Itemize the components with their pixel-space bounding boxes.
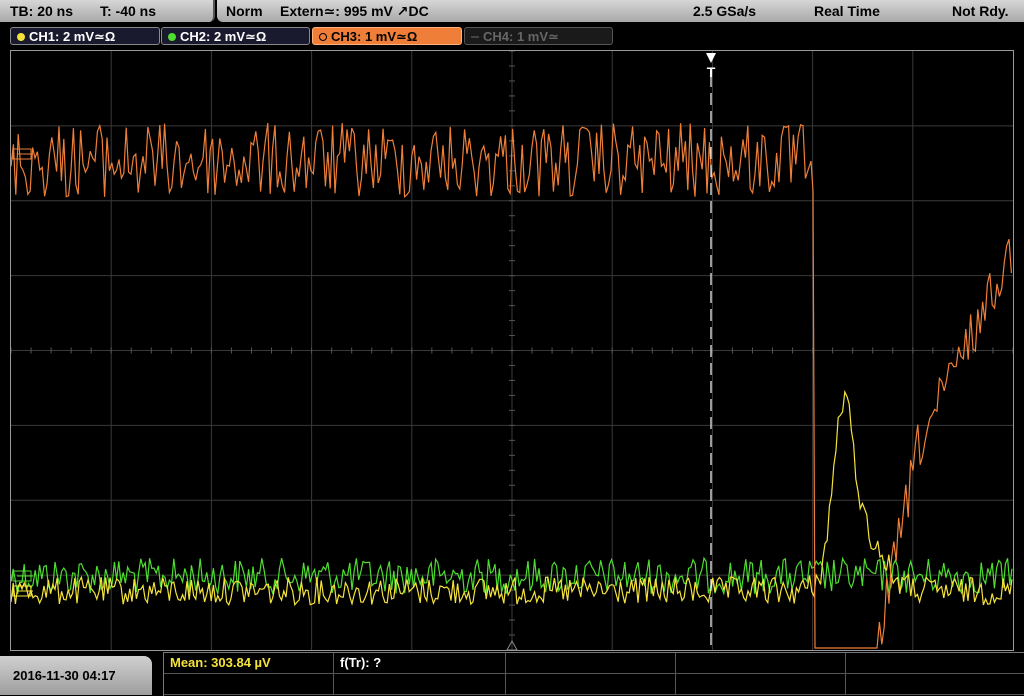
run-status: Not Rdy. xyxy=(952,3,1009,19)
channel-label: CH2: 2 mV≃Ω xyxy=(180,29,267,44)
acquisition-mode[interactable]: Real Time xyxy=(814,3,880,19)
channel-tab-ch4[interactable]: CH4: 1 mV≃ xyxy=(464,27,613,45)
ch2-color-dot xyxy=(168,32,176,41)
trigger-marker-label: T xyxy=(707,64,716,80)
measurement-cell[interactable] xyxy=(334,674,506,695)
measurement-cell[interactable] xyxy=(676,653,846,674)
measurement-cell[interactable] xyxy=(846,653,1024,674)
measurement-mean: Mean: 303.84 µV xyxy=(170,655,271,670)
timebase-readout[interactable]: TB: 20 ns xyxy=(10,3,73,19)
measurement-cell[interactable] xyxy=(506,653,676,674)
sample-rate[interactable]: 2.5 GSa/s xyxy=(693,3,756,19)
ch4-off-indicator xyxy=(471,35,479,38)
acquisition-panel[interactable]: Norm Extern≃: 995 mV ↗DC 2.5 GSa/s Real … xyxy=(217,0,1024,22)
channel-tab-ch2[interactable]: CH2: 2 mV≃Ω xyxy=(161,27,310,45)
measurement-cell[interactable]: Mean: 303.84 µV xyxy=(164,653,334,674)
measurement-f-tr: f(Tr): ? xyxy=(340,655,382,670)
trigger-marker-icon xyxy=(706,53,716,63)
measurement-cell[interactable] xyxy=(846,674,1024,695)
channel-bar: CH1: 2 mV≃Ω CH2: 2 mV≃Ω CH3: 1 mV≃Ω CH4:… xyxy=(0,25,1024,49)
trigger-source[interactable]: Extern≃: 995 mV ↗DC xyxy=(280,3,429,20)
ch1-color-dot xyxy=(17,32,25,41)
status-bar: TB: 20 ns T: -40 ns Norm Extern≃: 995 mV… xyxy=(0,0,1024,24)
trigger-mode[interactable]: Norm xyxy=(226,3,263,19)
waveform-display[interactable]: T xyxy=(10,50,1014,651)
measurement-cell[interactable] xyxy=(164,674,334,695)
ch3-color-dot xyxy=(319,32,327,41)
channel-label: CH1: 2 mV≃Ω xyxy=(29,29,116,44)
datetime: 2016-11-30 04:17 xyxy=(13,668,116,683)
ch3-waveform xyxy=(11,123,1012,649)
measurement-cell[interactable] xyxy=(676,674,846,695)
channel-tab-ch3[interactable]: CH3: 1 mV≃Ω xyxy=(312,27,462,45)
datetime-panel: 2016-11-30 04:17 xyxy=(0,656,152,695)
channel-label: CH4: 1 mV≃ xyxy=(483,29,559,44)
channel-label: CH3: 1 mV≃Ω xyxy=(331,29,418,44)
channel-tab-ch1[interactable]: CH1: 2 mV≃Ω xyxy=(10,27,160,45)
trigger-time-readout[interactable]: T: -40 ns xyxy=(100,3,156,19)
measurement-panel[interactable]: Mean: 303.84 µV f(Tr): ? xyxy=(163,652,1024,696)
measurement-cell[interactable] xyxy=(506,674,676,695)
measurement-cell[interactable]: f(Tr): ? xyxy=(334,653,506,674)
waveform-canvas[interactable]: T xyxy=(11,51,1013,650)
timebase-panel[interactable]: TB: 20 ns T: -40 ns xyxy=(0,0,215,22)
